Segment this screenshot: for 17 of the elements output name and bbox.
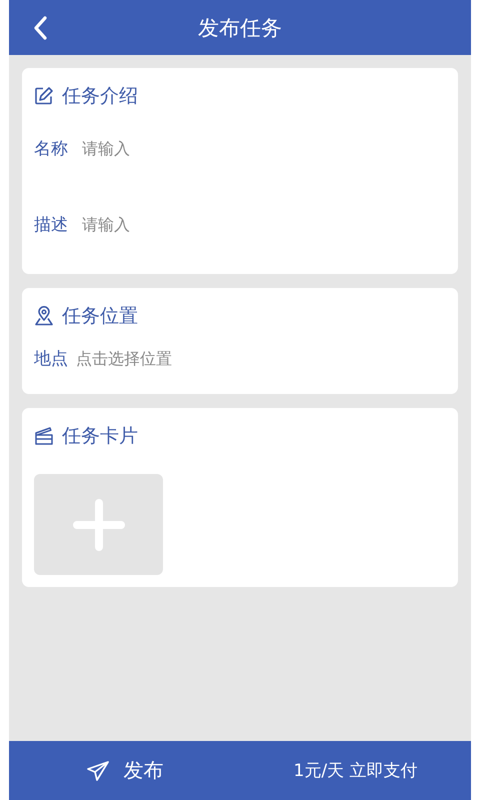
section-title: 任务介绍 <box>62 84 138 109</box>
edit-icon <box>34 86 54 106</box>
input-field[interactable]: 点击选择位置 <box>76 346 276 370</box>
paper-plane-icon <box>86 760 110 782</box>
publish-button[interactable]: 发布 <box>9 741 240 800</box>
field-label: 描述 <box>34 214 68 236</box>
pay-button[interactable]: 1元/天 立即支付 <box>240 741 471 800</box>
map-pin-icon <box>34 306 54 326</box>
input-field[interactable]: 请输入 <box>82 136 282 160</box>
plus-icon <box>72 498 124 550</box>
page-title: 发布任务 <box>198 14 282 42</box>
input-field[interactable]: 请输入 <box>82 212 282 236</box>
field-label: 地点 <box>34 348 68 370</box>
section-title: 任务位置 <box>62 304 138 329</box>
field-label: 名称 <box>34 138 68 160</box>
section-title: 任务卡片 <box>62 424 138 449</box>
clapperboard-icon <box>34 426 54 446</box>
